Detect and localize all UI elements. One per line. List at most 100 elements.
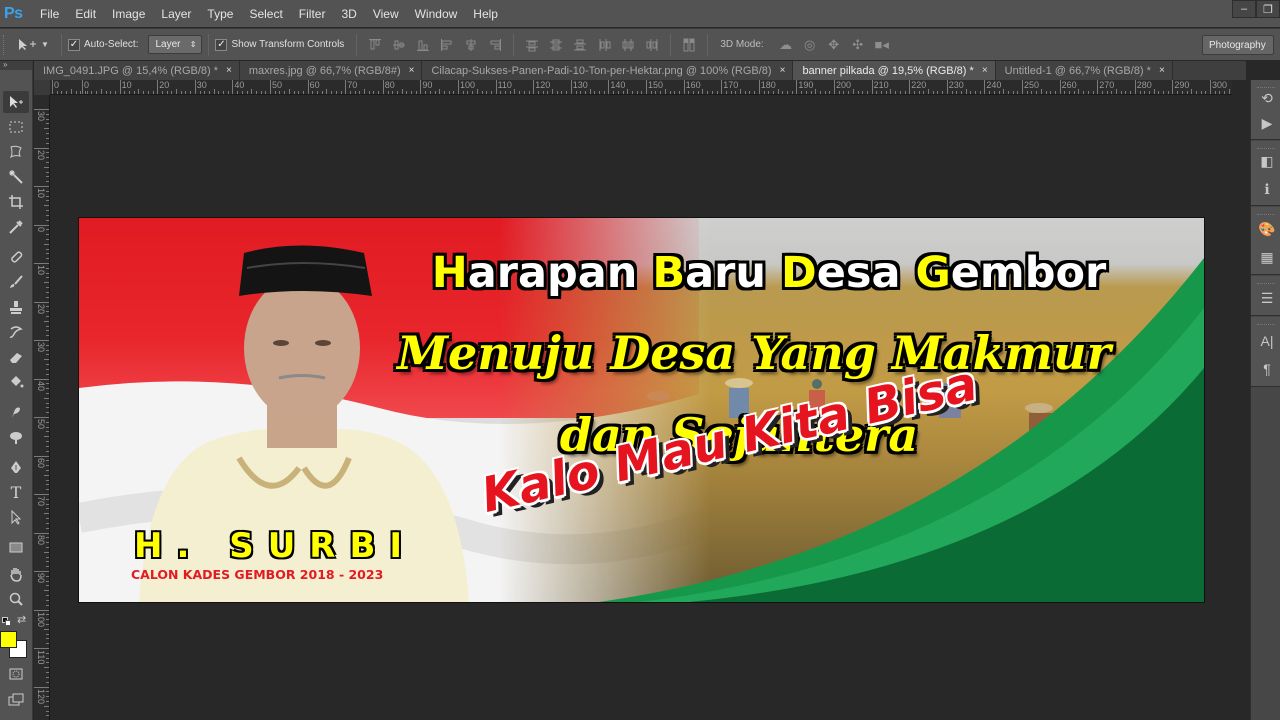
eraser-tool-icon[interactable] (3, 346, 29, 368)
panel-grip[interactable] (1257, 278, 1275, 284)
info-panel-icon[interactable]: ℹ (1257, 179, 1277, 199)
hand-tool-icon[interactable] (3, 563, 29, 585)
close-tab-icon[interactable]: × (780, 65, 786, 76)
align-horizontal-centers-icon[interactable] (459, 36, 483, 54)
history-brush-tool-icon[interactable] (3, 321, 29, 343)
panel-grip[interactable] (1257, 209, 1275, 215)
paragraph-panel-icon[interactable]: ¶ (1257, 359, 1277, 379)
clone-stamp-tool-icon[interactable] (3, 296, 29, 318)
swatches-panel-icon[interactable]: ▦ (1257, 247, 1277, 267)
menu-help[interactable]: Help (465, 7, 506, 21)
menu-view[interactable]: View (365, 7, 407, 21)
banner-artboard[interactable]: Harapan Baru Desa Gembor Menuju Desa Yan… (79, 218, 1204, 602)
menu-filter[interactable]: Filter (291, 7, 334, 21)
ruler-tick-label: 80 (384, 80, 395, 90)
document-tab[interactable]: maxres.jpg @ 66,7% (RGB/8#) × (239, 61, 423, 80)
magic-wand-tool-icon[interactable] (3, 166, 29, 188)
paint-bucket-tool-icon[interactable] (3, 371, 29, 393)
adjustments-panel-icon[interactable]: ◧ (1257, 151, 1277, 171)
pen-tool-icon[interactable] (3, 456, 29, 478)
type-tool-icon[interactable]: T (3, 481, 29, 503)
menu-window[interactable]: Window (407, 7, 466, 21)
quick-mask-icon[interactable] (3, 663, 29, 685)
color-panel-icon[interactable]: 🎨 (1257, 219, 1277, 239)
distribute-bottom-icon[interactable] (568, 36, 592, 54)
3d-rotate-icon[interactable]: ☁ (774, 36, 798, 54)
3d-scale-icon[interactable]: ■◂ (870, 36, 894, 54)
document-tab[interactable]: IMG_0491.JPG @ 15,4% (RGB/8) * × (34, 61, 240, 80)
swap-colors-icon[interactable]: ⇄ (17, 613, 26, 626)
document-tab[interactable]: banner pilkada @ 19,5% (RGB/8) * × (793, 61, 996, 80)
healing-brush-tool-icon[interactable] (3, 246, 29, 268)
options-bar-grip[interactable] (3, 34, 7, 55)
minimize-button[interactable]: – (1232, 0, 1256, 18)
actions-panel-icon[interactable]: ▶ (1257, 113, 1277, 133)
distribute-left-icon[interactable] (592, 36, 616, 54)
align-right-edges-icon[interactable] (483, 36, 507, 54)
menu-layer[interactable]: Layer (153, 7, 199, 21)
history-panel-icon[interactable]: ⟲ (1257, 88, 1277, 108)
ruler-tick (34, 340, 49, 341)
3d-roll-icon[interactable]: ◎ (798, 36, 822, 54)
vertical-ruler[interactable]: 30 20 10 0 10 20 30 40 50 60 70 80 90 100 110 120 (34, 95, 50, 720)
3d-pan-icon[interactable]: ✥ (822, 36, 846, 54)
ruler-minor-tick (1153, 89, 1155, 94)
restore-button[interactable]: ❐ (1256, 0, 1280, 18)
close-tab-icon[interactable]: × (226, 65, 232, 76)
lasso-tool-icon[interactable] (3, 141, 29, 163)
distribute-horizontal-centers-icon[interactable] (616, 36, 640, 54)
close-tab-icon[interactable]: × (409, 65, 415, 76)
menu-type[interactable]: Type (199, 7, 241, 21)
brush-tool-icon[interactable] (3, 271, 29, 293)
tool-presets-panel-icon[interactable]: ☰ (1257, 288, 1277, 308)
path-selection-tool-icon[interactable] (3, 506, 29, 528)
tool-preset-picker[interactable]: ▼ (17, 38, 55, 52)
dodge-tool-icon[interactable] (3, 426, 29, 448)
ruler-minor-tick (462, 91, 464, 94)
3d-slide-icon[interactable]: ✣ (846, 36, 870, 54)
crop-tool-icon[interactable] (3, 191, 29, 213)
screen-mode-icon[interactable] (3, 689, 29, 711)
document-tab[interactable]: Untitled-1 @ 66,7% (RGB/8) * × (995, 61, 1173, 80)
character-panel-icon[interactable]: A| (1257, 331, 1277, 351)
foreground-color-swatch[interactable] (0, 631, 17, 648)
show-transform-checkbox[interactable]: ✓ (215, 38, 228, 51)
ruler-origin[interactable] (34, 80, 50, 95)
ruler-minor-tick (1139, 91, 1141, 94)
menu-3d[interactable]: 3D (333, 7, 364, 21)
ruler-minor-tick (1191, 89, 1193, 94)
workspace-switcher[interactable]: Photography (1202, 35, 1274, 55)
panel-grip[interactable] (1257, 319, 1275, 325)
menu-edit[interactable]: Edit (67, 7, 104, 21)
menu-select[interactable]: Select (241, 7, 290, 21)
dock-divider[interactable] (1232, 80, 1246, 720)
move-tool-icon[interactable] (3, 91, 29, 113)
ruler-minor-tick (340, 91, 342, 94)
auto-align-layers-icon[interactable] (677, 36, 701, 54)
horizontal-ruler[interactable]: 0 0 10 20 30 40 50 60 70 80 90 100 110 120 130 140 150 16… (50, 80, 1232, 95)
rectangle-tool-icon[interactable] (3, 536, 29, 558)
document-tab[interactable]: Cilacap-Sukses-Panen-Padi-10-Ton-per-Hek… (422, 61, 794, 80)
distribute-vertical-centers-icon[interactable] (544, 36, 568, 54)
panel-grip[interactable] (1257, 143, 1275, 149)
distribute-top-icon[interactable] (520, 36, 544, 54)
ruler-minor-tick (368, 91, 370, 94)
align-bottom-edges-icon[interactable] (411, 36, 435, 54)
distribute-right-icon[interactable] (640, 36, 664, 54)
align-top-edges-icon[interactable] (363, 36, 387, 54)
default-colors-icon[interactable] (2, 617, 12, 627)
auto-select-target-dropdown[interactable]: Layer ⇕ (148, 35, 203, 54)
tools-panel-collapse[interactable]: » (0, 61, 32, 70)
close-tab-icon[interactable]: × (982, 65, 988, 76)
marquee-tool-icon[interactable] (3, 116, 29, 138)
auto-select-checkbox[interactable]: ✓ (68, 38, 80, 51)
menu-file[interactable]: File (32, 7, 67, 21)
zoom-tool-icon[interactable] (3, 588, 29, 610)
eyedropper-tool-icon[interactable] (3, 216, 29, 238)
menu-image[interactable]: Image (104, 7, 153, 21)
ruler-minor-tick (500, 91, 502, 94)
align-vertical-centers-icon[interactable] (387, 36, 411, 54)
blur-tool-icon[interactable] (3, 401, 29, 423)
align-left-edges-icon[interactable] (435, 36, 459, 54)
close-tab-icon[interactable]: × (1159, 65, 1165, 76)
